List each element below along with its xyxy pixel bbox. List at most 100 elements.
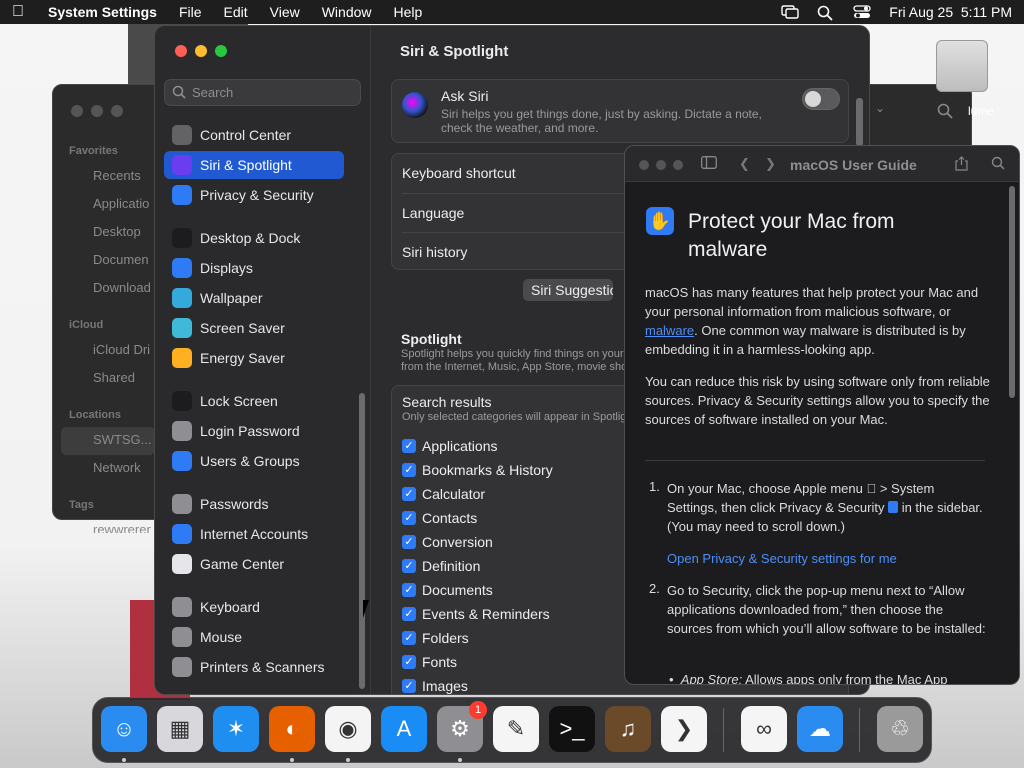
sidebar-item-desktop-dock[interactable]: Desktop & Dock <box>164 224 344 252</box>
checkmark-icon[interactable]: ✓ <box>402 511 416 525</box>
sidebar-item-keyboard[interactable]: Keyboard <box>164 593 344 621</box>
sidebar-item-wallpaper[interactable]: Wallpaper <box>164 284 344 312</box>
sidebar-item-mouse[interactable]: Mouse <box>164 623 344 651</box>
zoom-button[interactable] <box>215 45 227 57</box>
chevron-down-icon[interactable]: ⌄ <box>875 101 885 115</box>
keyboard-shortcut-label[interactable]: Keyboard shortcut <box>402 165 516 181</box>
sidebar-scrollbar[interactable] <box>359 393 365 689</box>
checkbox-events-reminders[interactable]: ✓ Events & Reminders <box>402 606 550 622</box>
checkbox-definition[interactable]: ✓ Definition <box>402 558 480 574</box>
checkmark-icon[interactable]: ✓ <box>402 487 416 501</box>
checkmark-icon[interactable]: ✓ <box>402 607 416 621</box>
chrome-app[interactable]: ◉ <box>325 706 371 752</box>
menu-file[interactable]: File <box>179 4 202 20</box>
menu-help[interactable]: Help <box>394 4 423 20</box>
trash-app[interactable]: ♲ <box>877 706 923 752</box>
app-store-app[interactable]: A <box>381 706 427 752</box>
checkbox-fonts[interactable]: ✓ Fonts <box>402 654 457 670</box>
guide-window-controls[interactable] <box>639 160 683 170</box>
finder-item[interactable]: Download <box>53 275 163 303</box>
checkbox-bookmarks-history[interactable]: ✓ Bookmarks & History <box>402 462 553 478</box>
menu-app-name[interactable]: System Settings <box>48 4 157 20</box>
disk-label[interactable]: lume <box>968 104 994 118</box>
finder-item[interactable]: Recents <box>53 163 163 191</box>
control-center-icon[interactable] <box>853 5 871 19</box>
checkbox-applications[interactable]: ✓ Applications <box>402 438 498 454</box>
menu-window[interactable]: Window <box>322 4 372 20</box>
system-settings-app[interactable]: ⚙ 1 <box>437 701 487 752</box>
finder-item[interactable]: Desktop <box>53 219 163 247</box>
siri-suggestions-button[interactable]: Siri Suggestions <box>523 279 613 301</box>
sidebar-item-login-password[interactable]: Login Password <box>164 417 344 445</box>
checkbox-calculator[interactable]: ✓ Calculator <box>402 486 485 502</box>
sidebar-item-siri-spotlight[interactable]: Siri & Spotlight <box>164 151 344 179</box>
finder-item[interactable]: Documen <box>53 247 163 275</box>
menu-edit[interactable]: Edit <box>224 4 248 20</box>
checkmark-icon[interactable]: ✓ <box>402 679 416 693</box>
search-icon[interactable] <box>991 156 1005 173</box>
open-privacy-settings-link[interactable]: Open Privacy & Security settings for me <box>667 551 897 566</box>
sidebar-item-lock-screen[interactable]: Lock Screen <box>164 387 344 415</box>
checkbox-images[interactable]: ✓ Images <box>402 678 468 694</box>
checkmark-icon[interactable]: ✓ <box>402 631 416 645</box>
sidebar-item-privacy-security[interactable]: Privacy & Security <box>164 181 344 209</box>
sidebar-item-internet-accounts[interactable]: Internet Accounts <box>164 520 344 548</box>
share-icon[interactable] <box>955 156 968 174</box>
spotlight-search-icon[interactable] <box>817 5 835 21</box>
close-button[interactable] <box>175 45 187 57</box>
checkbox-documents[interactable]: ✓ Documents <box>402 582 493 598</box>
apple-menu-icon[interactable]:  <box>12 3 26 21</box>
checkmark-icon[interactable]: ✓ <box>402 583 416 597</box>
menu-clock[interactable]: Fri Aug 25 5:11 PM <box>889 4 1012 20</box>
finder-item[interactable]: Shared <box>53 365 163 393</box>
checkbox-conversion[interactable]: ✓ Conversion <box>402 534 493 550</box>
guide-scrollbar[interactable] <box>1009 186 1015 398</box>
sidebar-item-control-center[interactable]: Control Center <box>164 121 344 149</box>
finder-window-controls[interactable] <box>71 105 123 117</box>
sidebar-item-users-groups[interactable]: Users & Groups <box>164 447 344 475</box>
search-icon[interactable] <box>937 103 953 124</box>
disk-icon[interactable] <box>932 38 988 94</box>
siri-history-label[interactable]: Siri history <box>402 244 467 260</box>
finder-app[interactable]: ☺ <box>101 706 147 752</box>
sidebar-item-passwords[interactable]: Passwords <box>164 490 344 518</box>
checkbox-folders[interactable]: ✓ Folders <box>402 630 469 646</box>
sidebar-item-printers-scanners[interactable]: Printers & Scanners <box>164 653 344 681</box>
checkmark-icon[interactable]: ✓ <box>402 439 416 453</box>
forward-icon[interactable]: ❯ <box>765 156 776 172</box>
checkmark-icon[interactable]: ✓ <box>402 463 416 477</box>
language-label[interactable]: Language <box>402 205 464 221</box>
checkmark-icon[interactable]: ✓ <box>402 655 416 669</box>
sidebar-item-screen-saver[interactable]: Screen Saver <box>164 314 344 342</box>
main-scrollbar[interactable] <box>856 98 863 146</box>
finder-item[interactable]: rewwrerer <box>53 517 163 533</box>
minimize-button[interactable] <box>195 45 207 57</box>
checkmark-icon[interactable]: ✓ <box>402 559 416 573</box>
firefox-app[interactable]: ◐ <box>269 706 315 752</box>
finder-item[interactable]: SWTSG... <box>61 427 155 455</box>
finder-item[interactable]: Network <box>53 455 163 483</box>
instruments-app[interactable]: ♫ <box>605 706 651 752</box>
launchpad-app[interactable]: ▦ <box>157 706 203 752</box>
sidebar-item-energy-saver[interactable]: Energy Saver <box>164 344 344 372</box>
terminal-app[interactable]: >_ <box>549 706 595 752</box>
vscode-app[interactable]: ❯ <box>661 706 707 752</box>
checkbox-contacts[interactable]: ✓ Contacts <box>402 510 477 526</box>
finder-item[interactable]: iCloud Dri <box>53 337 163 365</box>
screen-mirroring-icon[interactable] <box>781 5 799 19</box>
settings-search-input[interactable]: Search <box>164 79 361 106</box>
ask-siri-toggle[interactable] <box>802 88 840 110</box>
sidebar-item-game-center[interactable]: Game Center <box>164 550 344 578</box>
safari-app[interactable]: ✶ <box>213 706 259 752</box>
visual-studio-app[interactable]: ∞ <box>741 706 787 752</box>
user-guide-window[interactable]: ❮ ❯ macOS User Guide ✋ Protect your Mac … <box>624 145 1020 685</box>
back-icon[interactable]: ❮ <box>739 156 750 172</box>
menu-view[interactable]: View <box>270 4 300 20</box>
textedit-app[interactable]: ✎ <box>493 706 539 752</box>
malware-link[interactable]: malware <box>645 323 694 338</box>
weather-app[interactable]: ☁ <box>797 706 843 752</box>
sidebar-toggle-icon[interactable] <box>701 156 717 172</box>
sidebar-item-displays[interactable]: Displays <box>164 254 344 282</box>
finder-item[interactable]: Applicatio <box>53 191 163 219</box>
checkmark-icon[interactable]: ✓ <box>402 535 416 549</box>
